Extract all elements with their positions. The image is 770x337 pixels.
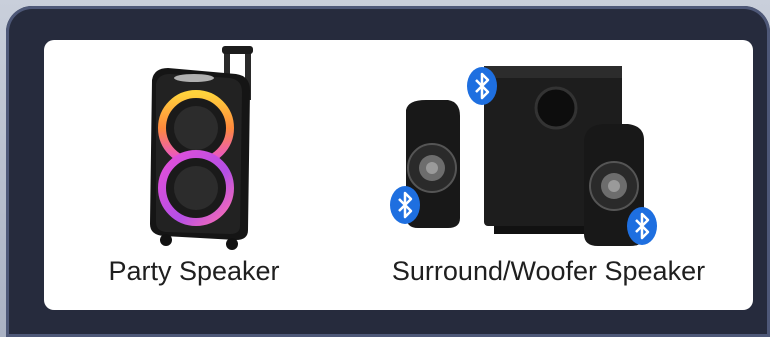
surround-speaker-item: Surround/Woofer Speaker: [344, 40, 753, 310]
bluetooth-icon: [390, 186, 420, 224]
party-speaker-image: [150, 46, 253, 250]
bluetooth-icon: [467, 67, 497, 105]
bluetooth-icon: [627, 207, 657, 245]
party-speaker-label: Party Speaker: [108, 256, 280, 286]
party-speaker-item: Party Speaker: [44, 40, 344, 310]
bluetooth-badges: [390, 67, 657, 245]
product-card: Party Speaker Surround/Woofer Speaker: [44, 40, 753, 310]
surround-speaker-label: Surround/Woofer Speaker: [391, 256, 706, 286]
